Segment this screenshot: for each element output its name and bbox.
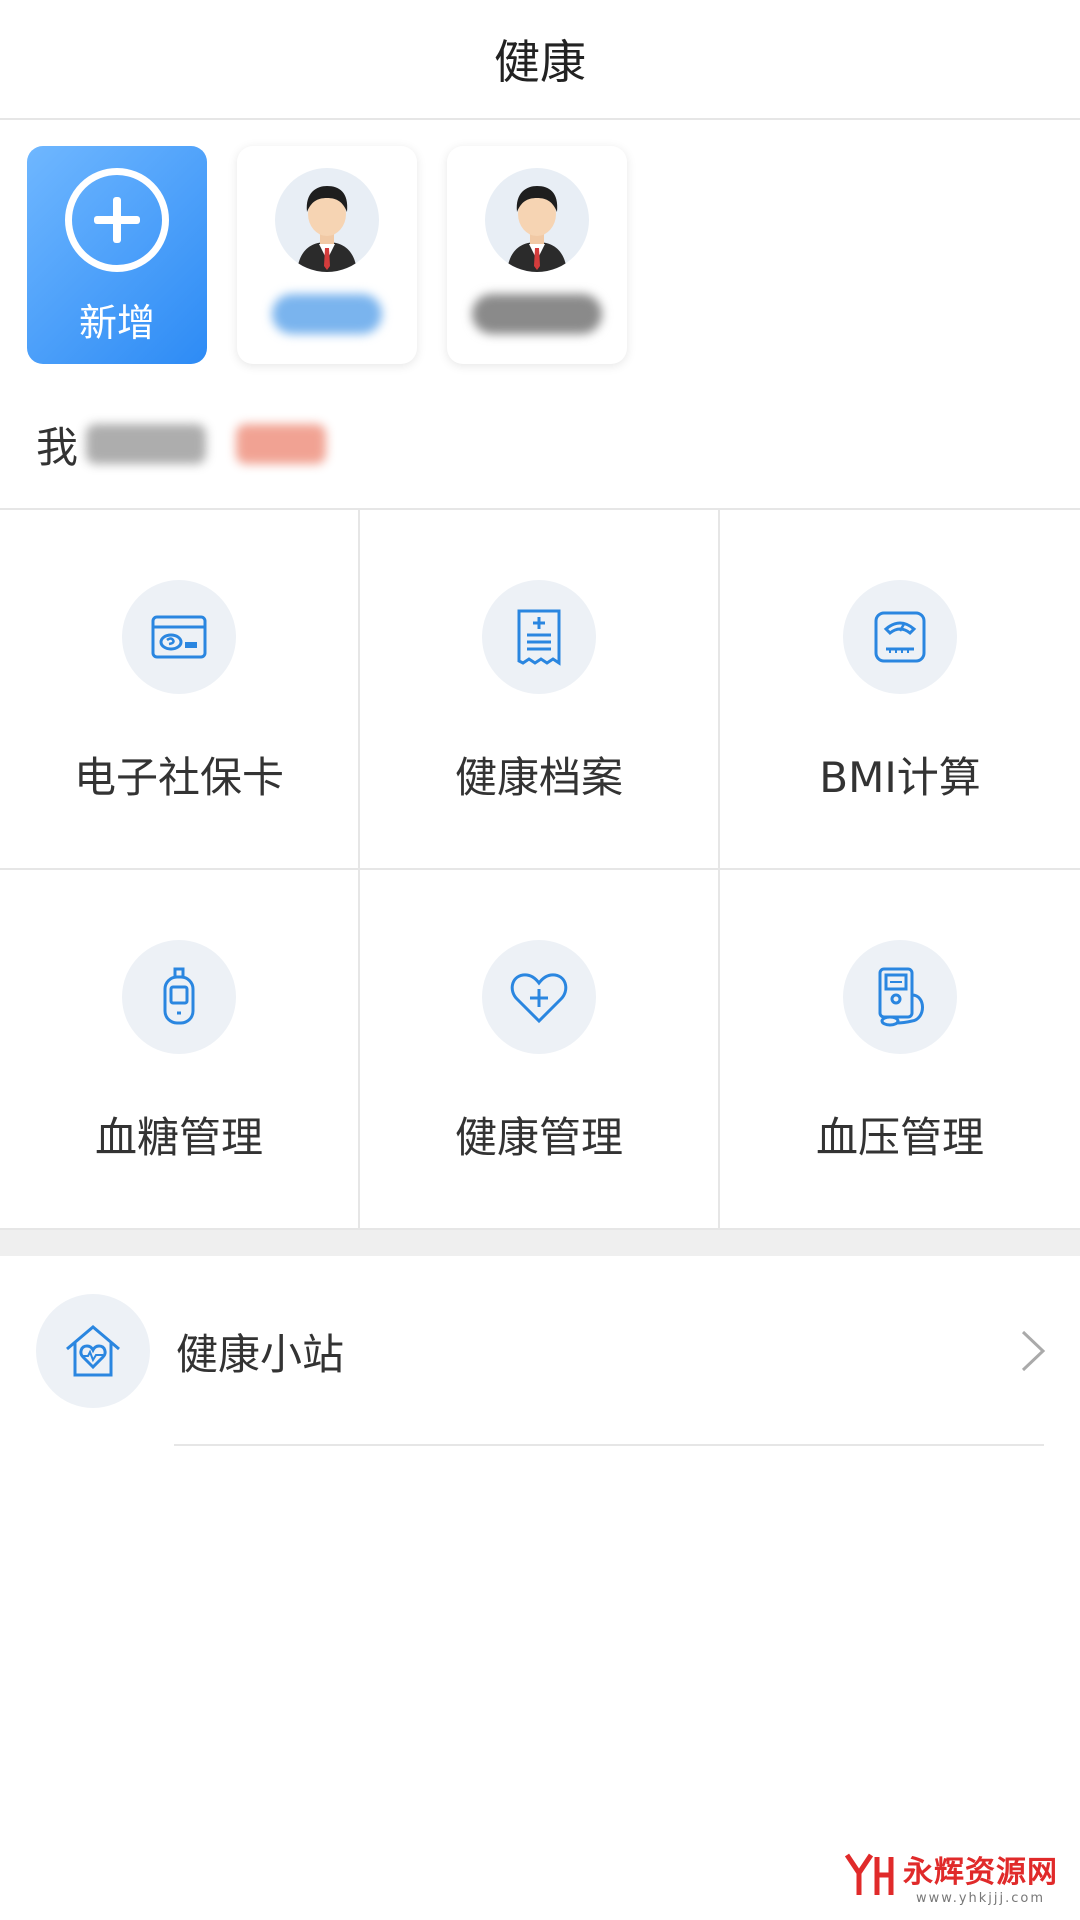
scale-icon [843, 580, 957, 694]
feature-bmi[interactable]: BMI计算 [720, 510, 1080, 870]
section-separator [0, 1230, 1080, 1256]
blood-pressure-monitor-icon [843, 940, 957, 1054]
watermark-logo-icon [841, 1851, 897, 1903]
feature-label: 血压管理 [815, 1113, 984, 1162]
feature-blood-pressure[interactable]: 血压管理 [720, 870, 1080, 1230]
feature-label: BMI计算 [819, 753, 981, 802]
feature-health-management[interactable]: 健康管理 [360, 870, 720, 1230]
member-card[interactable] [447, 146, 627, 364]
current-member-label: 我 [36, 422, 79, 472]
heart-plus-icon [482, 940, 596, 1054]
add-member-label: 新增 [78, 301, 155, 345]
chevron-right-icon [1020, 1329, 1046, 1377]
member-selector: 新增 [0, 120, 1080, 380]
add-member-button[interactable]: 新增 [27, 146, 207, 364]
watermark-url: www.yhkjjj.com [915, 1891, 1046, 1906]
watermark: 永辉资源网 www.yhkjjj.com [841, 1847, 1058, 1906]
feature-label: 血糖管理 [94, 1113, 263, 1162]
page-title: 健康 [494, 35, 586, 89]
social-security-card-icon [122, 580, 236, 694]
member-name-redacted [472, 294, 602, 334]
add-icon [65, 168, 169, 272]
feature-label: 健康档案 [454, 753, 623, 802]
feature-grid: 电子社保卡 健康档案 BMI计算 血糖管理 健康管理 血压管理 [0, 510, 1080, 1230]
health-station-row[interactable]: 健康小站 [0, 1256, 1080, 1446]
feature-blood-glucose[interactable]: 血糖管理 [0, 870, 360, 1230]
member-age-redacted [236, 424, 327, 464]
person-avatar-icon [275, 168, 379, 272]
divider [174, 1444, 1044, 1446]
member-name-redacted [272, 294, 382, 334]
health-station-label: 健康小站 [176, 1329, 345, 1379]
member-name-redacted [86, 424, 207, 464]
current-member-row: 我 [0, 380, 1080, 510]
glucose-meter-icon [122, 940, 236, 1054]
app-header: 健康 [0, 0, 1080, 120]
feature-social-security-card[interactable]: 电子社保卡 [0, 510, 360, 870]
feature-health-record[interactable]: 健康档案 [360, 510, 720, 870]
person-avatar-icon [485, 168, 589, 272]
member-card[interactable] [237, 146, 417, 364]
health-house-icon [36, 1294, 150, 1408]
feature-label: 健康管理 [454, 1113, 623, 1162]
watermark-title: 永辉资源网 [903, 1855, 1058, 1890]
health-record-icon [482, 580, 596, 694]
feature-label: 电子社保卡 [73, 753, 284, 802]
